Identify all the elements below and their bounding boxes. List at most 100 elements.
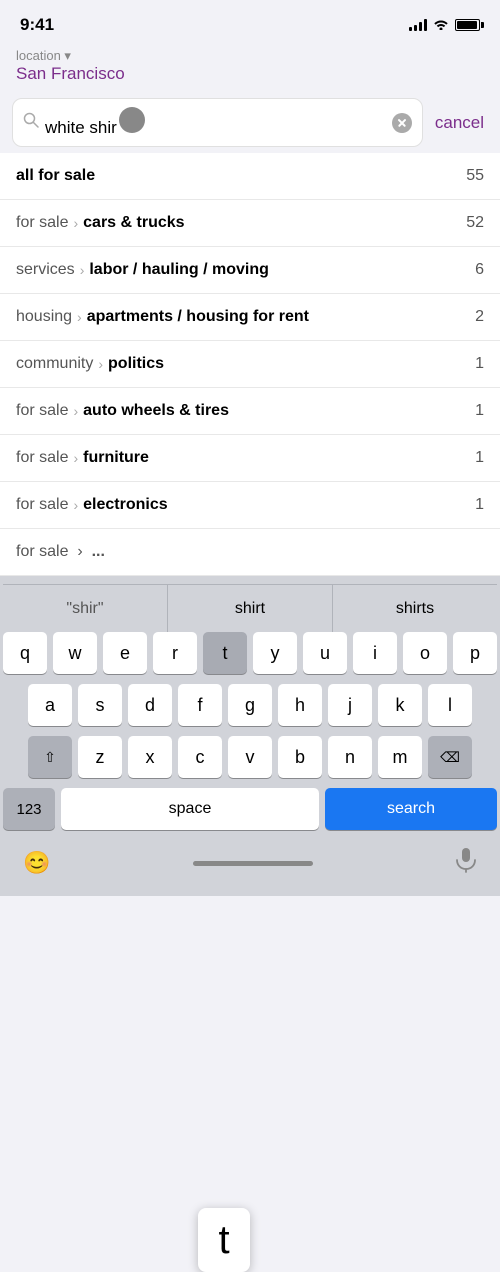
result-subcategory: labor / hauling / moving <box>89 261 269 279</box>
shift-key[interactable]: ⇧ <box>28 736 72 778</box>
results-list: all for sale 55 for sale › cars & trucks… <box>0 153 500 576</box>
result-row[interactable]: for sale › furniture 1 <box>0 435 500 482</box>
key-t[interactable]: t <box>203 632 247 674</box>
result-count: 52 <box>466 214 484 232</box>
result-count: 1 <box>475 449 484 467</box>
result-row[interactable]: for sale › auto wheels & tires 1 <box>0 388 500 435</box>
result-arrow: › <box>77 309 82 325</box>
key-h[interactable]: h <box>278 684 322 726</box>
signal-icon <box>409 19 427 31</box>
search-value: white shir <box>45 118 117 137</box>
key-x[interactable]: x <box>128 736 172 778</box>
result-category: for sale <box>16 402 68 420</box>
result-category: services <box>16 261 75 279</box>
space-key[interactable]: space <box>61 788 319 830</box>
cancel-button[interactable]: cancel <box>431 113 488 133</box>
result-category: for sale <box>16 449 68 467</box>
key-popup: t <box>198 1208 250 1272</box>
key-y[interactable]: y <box>253 632 297 674</box>
key-row-3: ⇧ z x c v b n m ⌫ <box>3 736 497 778</box>
result-category: community <box>16 355 93 373</box>
clear-button[interactable] <box>392 113 412 133</box>
status-time: 9:41 <box>20 15 54 35</box>
result-row[interactable]: community › politics 1 <box>0 341 500 388</box>
result-count: 55 <box>466 167 484 185</box>
suggestion-quote[interactable]: "shir" <box>3 585 168 632</box>
key-n[interactable]: n <box>328 736 372 778</box>
key-w[interactable]: w <box>53 632 97 674</box>
suggestion-label: "shir" <box>66 600 103 618</box>
emoji-key[interactable]: 😊 <box>23 850 50 876</box>
key-i[interactable]: i <box>353 632 397 674</box>
result-row[interactable]: for sale › electronics 1 <box>0 482 500 529</box>
suggestion-shirts[interactable]: shirts <box>333 585 497 632</box>
home-indicator <box>193 861 313 866</box>
result-main: all for sale <box>16 167 95 185</box>
key-p[interactable]: p <box>453 632 497 674</box>
key-z[interactable]: z <box>78 736 122 778</box>
key-u[interactable]: u <box>303 632 347 674</box>
key-b[interactable]: b <box>278 736 322 778</box>
status-icons <box>409 18 480 33</box>
location-label[interactable]: location ▾ <box>16 48 484 64</box>
key-f[interactable]: f <box>178 684 222 726</box>
result-category: housing <box>16 308 72 326</box>
partial-result-row[interactable]: for sale › ... <box>0 529 500 576</box>
result-arrow: › <box>73 450 78 466</box>
result-category: for sale <box>16 496 68 514</box>
key-a[interactable]: a <box>28 684 72 726</box>
result-row[interactable]: services › labor / hauling / moving 6 <box>0 247 500 294</box>
location-city[interactable]: San Francisco <box>16 64 484 84</box>
location-section: location ▾ San Francisco <box>0 44 500 92</box>
key-o[interactable]: o <box>403 632 447 674</box>
result-subcategory: apartments / housing for rent <box>87 308 309 326</box>
search-icon <box>23 112 39 133</box>
result-left: for sale › electronics <box>16 496 467 514</box>
status-bar: 9:41 <box>0 0 500 44</box>
result-arrow: › <box>80 262 85 278</box>
search-key[interactable]: search <box>325 788 497 830</box>
result-subcategory: auto wheels & tires <box>83 402 229 420</box>
keyboard-suggestions: "shir" shirt shirts <box>3 584 497 632</box>
result-category: for sale <box>16 214 68 232</box>
battery-icon <box>455 19 480 31</box>
key-m[interactable]: m <box>378 736 422 778</box>
result-left: for sale › auto wheels & tires <box>16 402 467 420</box>
key-r[interactable]: r <box>153 632 197 674</box>
partial-text: for sale › ... <box>16 543 105 560</box>
key-j[interactable]: j <box>328 684 372 726</box>
key-k[interactable]: k <box>378 684 422 726</box>
result-arrow: › <box>73 497 78 513</box>
result-row[interactable]: all for sale 55 <box>0 153 500 200</box>
mic-key[interactable] <box>455 847 477 879</box>
key-l[interactable]: l <box>428 684 472 726</box>
result-left: services › labor / hauling / moving <box>16 261 467 279</box>
key-d[interactable]: d <box>128 684 172 726</box>
key-v[interactable]: v <box>228 736 272 778</box>
key-s[interactable]: s <box>78 684 122 726</box>
result-count: 2 <box>475 308 484 326</box>
num-key[interactable]: 123 <box>3 788 55 830</box>
search-input-wrapper[interactable]: white shir <box>12 98 423 147</box>
search-input[interactable]: white shir <box>45 107 386 138</box>
key-c[interactable]: c <box>178 736 222 778</box>
result-count: 6 <box>475 261 484 279</box>
result-row[interactable]: for sale › cars & trucks 52 <box>0 200 500 247</box>
key-row-1: q w e r t y u i o p <box>3 632 497 674</box>
keyboard: t "shir" shirt shirts q w e r t y u i o … <box>0 576 500 896</box>
result-arrow: › <box>73 215 78 231</box>
result-subcategory: politics <box>108 355 164 373</box>
delete-key[interactable]: ⌫ <box>428 736 472 778</box>
bottom-bar: 😊 <box>3 840 497 892</box>
cursor <box>119 107 145 133</box>
key-g[interactable]: g <box>228 684 272 726</box>
result-row[interactable]: housing › apartments / housing for rent … <box>0 294 500 341</box>
suggestion-shirt[interactable]: shirt <box>168 585 333 632</box>
result-count: 1 <box>475 496 484 514</box>
result-left: housing › apartments / housing for rent <box>16 308 467 326</box>
search-bar-container: white shir cancel <box>0 92 500 153</box>
result-left: for sale › furniture <box>16 449 467 467</box>
key-e[interactable]: e <box>103 632 147 674</box>
popup-letter: t <box>218 1218 229 1263</box>
key-q[interactable]: q <box>3 632 47 674</box>
